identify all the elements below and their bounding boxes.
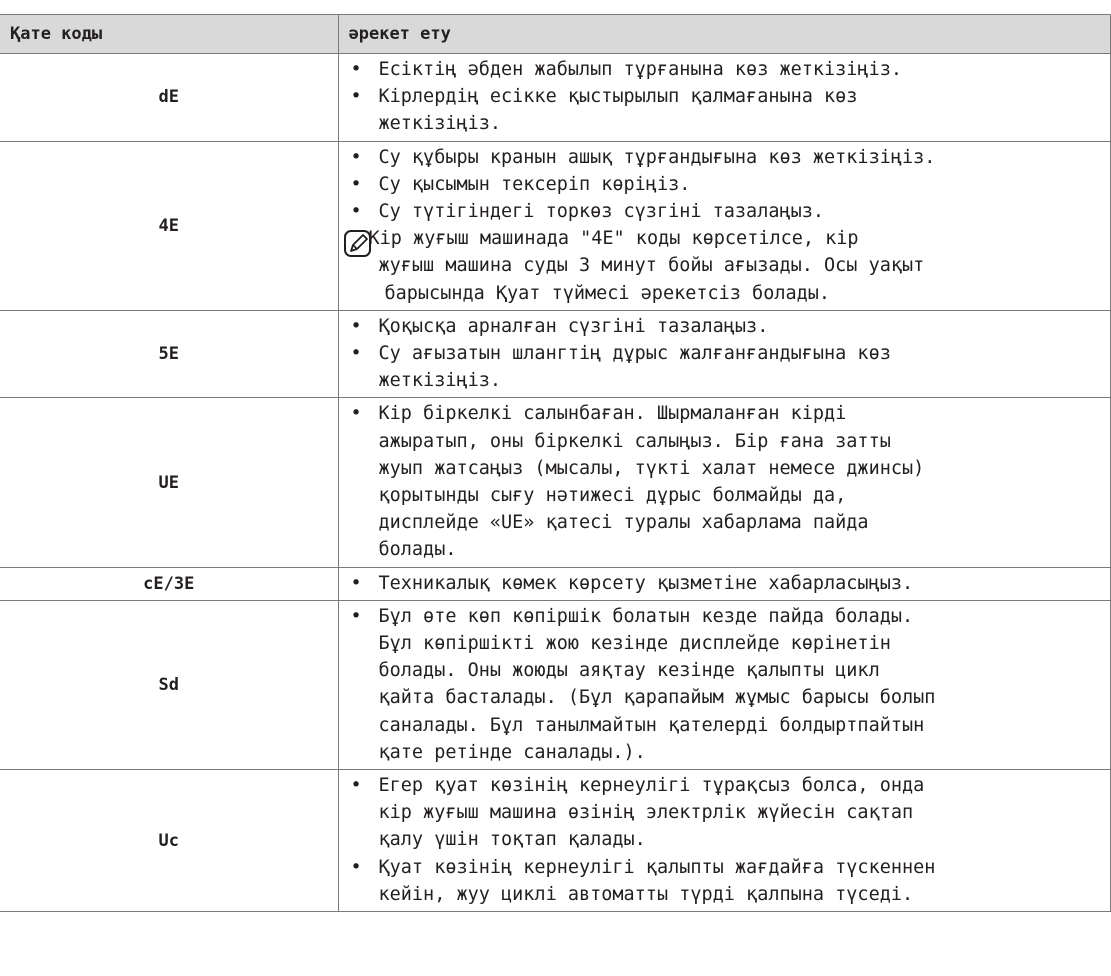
error-code-cell: dE bbox=[0, 53, 339, 142]
action-list: • Есіктің әбден жабылып тұрғанына көз жет… bbox=[345, 56, 1104, 138]
bullet-icon: • bbox=[350, 775, 362, 797]
note-pencil-icon bbox=[343, 229, 373, 259]
action-list: • Су құбыры кранын ашық тұрғандығына көз … bbox=[345, 144, 1104, 226]
action-item: • Су құбыры кранын ашық тұрғандығына көз … bbox=[345, 144, 1104, 171]
bullet-icon: • bbox=[350, 605, 362, 627]
bullet-icon: • bbox=[350, 86, 362, 108]
action-text-line: ажыратып, оны біркелкі салыңыз. Бір ғана… bbox=[378, 430, 891, 452]
note-text-line: барысында Қуат түймесі әрекетсіз болады. bbox=[384, 282, 831, 304]
action-cell: • Есіктің әбден жабылып тұрғанына көз жет… bbox=[337, 53, 1111, 142]
bullet-icon: • bbox=[350, 146, 362, 168]
action-text-line: кір жуғыш машина өзінің электрлік жүйесі… bbox=[378, 802, 914, 824]
action-list: • Техникалық көмек көрсету қызметіне хаба… bbox=[345, 570, 1104, 597]
action-list: • Егер қуат көзінің кернеулігі тұрақсыз б… bbox=[345, 772, 1104, 908]
error-code-cell: cE/3E bbox=[0, 566, 339, 601]
action-item: • Есіктің әбден жабылып тұрғанына көз жет… bbox=[345, 56, 1104, 83]
action-text-line: қалу үшін тоқтап қалады. bbox=[378, 829, 646, 851]
action-text-line: қорытынды сығу нәтижесі дұрыс болмайды д… bbox=[378, 485, 847, 507]
action-cell: • Қоқысқа арналған сүзгіні тазалаңыз. • Су … bbox=[337, 309, 1111, 399]
error-code-cell: Sd bbox=[0, 599, 339, 771]
action-text-line: Бұл өте көп көпіршік болатын кезде пайда… bbox=[378, 605, 914, 627]
action-item: • Бұл өте көп көпіршік болатын кезде пайд… bbox=[345, 603, 1104, 766]
note-text-line: Кір жуғыш машинада "4E" коды көрсетілсе,… bbox=[368, 228, 859, 250]
action-cell: • Кір біркелкі салынбаған. Шырмаланған кі… bbox=[337, 397, 1111, 568]
action-item: • Су қысымын тексеріп көріңіз. bbox=[345, 171, 1104, 198]
action-item: • Кірлердің есікке қыстырылып қалмағанына… bbox=[345, 83, 1104, 137]
error-code-cell: UE bbox=[0, 397, 339, 568]
action-text-line: жуып жатсаңыз (мысалы, түкті халат немес… bbox=[378, 457, 925, 479]
bullet-icon: • bbox=[350, 572, 362, 594]
action-cell: • Су құбыры кранын ашық тұрғандығына көз … bbox=[337, 140, 1111, 311]
action-text-line: болады. bbox=[378, 539, 457, 561]
action-text-line: Кірлердің есікке қыстырылып қалмағанына … bbox=[378, 86, 858, 108]
bullet-icon: • bbox=[350, 856, 362, 878]
bullet-icon: • bbox=[350, 343, 362, 365]
action-item: • Қоқысқа арналған сүзгіні тазалаңыз. bbox=[345, 313, 1104, 340]
table-header-row: Қате коды әрекет ету bbox=[0, 14, 1111, 54]
action-text-line: болады. Оны жоюды аяқтау кезінде қалыпты… bbox=[378, 660, 880, 682]
table-row: dE • Есіктің әбден жабылып тұрғанына көз ж… bbox=[0, 53, 1111, 142]
action-text-line: жеткізіңіз. bbox=[378, 370, 502, 392]
action-cell: • Егер қуат көзінің кернеулігі тұрақсыз б… bbox=[337, 769, 1111, 913]
column-header-error-code: Қате коды bbox=[0, 14, 339, 54]
action-text-line: жеткізіңіз. bbox=[378, 113, 502, 135]
action-item: • Қуат көзінің кернеулігі қалыпты жағдайғ… bbox=[345, 854, 1104, 908]
note: Кір жуғыш машинада "4E" коды көрсетілсе,… bbox=[343, 225, 1104, 307]
action-item: • Кір біркелкі салынбаған. Шырмаланған кі… bbox=[345, 400, 1104, 563]
column-header-action: әрекет ету bbox=[337, 14, 1111, 54]
bullet-icon: • bbox=[350, 59, 362, 80]
error-code-table: Қате коды әрекет ету dE • Есіктің әбден жа… bbox=[0, 14, 1111, 913]
note-text-line: жуғыш машина суды 3 минут бойы ағызады. … bbox=[378, 255, 925, 277]
action-text-line: Су түтігіндегі торкөз сүзгіні тазалаңыз. bbox=[378, 201, 825, 223]
table-row: Uc • Егер қуат көзінің кернеулігі тұрақсыз… bbox=[0, 769, 1111, 913]
action-text-line: Егер қуат көзінің кернеулігі тұрақсыз бо… bbox=[378, 775, 925, 797]
bullet-icon: • bbox=[350, 173, 362, 195]
bullet-icon: • bbox=[350, 403, 362, 425]
error-code-cell: 5E bbox=[0, 309, 339, 399]
error-code-cell: Uc bbox=[0, 769, 339, 913]
table-row: 5E • Қоқысқа арналған сүзгіні тазалаңыз. • С… bbox=[0, 309, 1111, 399]
action-item: • Егер қуат көзінің кернеулігі тұрақсыз б… bbox=[345, 772, 1104, 854]
table-row: UE • Кір біркелкі салынбаған. Шырмаланған … bbox=[0, 397, 1111, 568]
table-row: cE/3E • Техникалық көмек көрсету қызметіне… bbox=[0, 566, 1111, 601]
action-text-line: қате ретінде саналады.). bbox=[378, 741, 646, 763]
cut-off-previous-text bbox=[0, 0, 1111, 14]
action-text-line: қайта басталады. (Бұл қарапайым жұмыс ба… bbox=[378, 687, 936, 709]
action-cell: • Бұл өте көп көпіршік болатын кезде пайд… bbox=[337, 599, 1111, 771]
action-list: • Кір біркелкі салынбаған. Шырмаланған кі… bbox=[345, 400, 1104, 563]
action-item: • Техникалық көмек көрсету қызметіне хаба… bbox=[345, 570, 1104, 597]
error-code-cell: 4E bbox=[0, 140, 339, 311]
action-text-line: Су құбыры кранын ашық тұрғандығына көз ж… bbox=[378, 146, 936, 168]
action-item: • Су түтігіндегі торкөз сүзгіні тазалаңыз… bbox=[345, 198, 1104, 225]
action-text-line: Қуат көзінің кернеулігі қалыпты жағдайға… bbox=[378, 856, 936, 878]
action-text-line: Су қысымын тексеріп көріңіз. bbox=[378, 173, 691, 195]
action-text-line: саналады. Бұл танылмайтын қателерді болд… bbox=[378, 714, 925, 736]
action-text-line: Техникалық көмек көрсету қызметіне хабар… bbox=[378, 572, 914, 594]
bullet-icon: • bbox=[350, 315, 362, 337]
action-text-line: кейін, жуу циклі автоматты түрді қалпына… bbox=[378, 883, 914, 905]
action-text-line: дисплейде «UE» қатесі туралы хабарлама п… bbox=[378, 512, 869, 534]
table-row: Sd • Бұл өте көп көпіршік болатын кезде па… bbox=[0, 599, 1111, 771]
action-list: • Бұл өте көп көпіршік болатын кезде пайд… bbox=[345, 603, 1104, 766]
action-text-line: Есіктің әбден жабылып тұрғанына көз жетк… bbox=[378, 59, 902, 80]
action-text-line: Қоқысқа арналған сүзгіні тазалаңыз. bbox=[378, 315, 769, 337]
action-text-line: Бұл көпіршікті жою кезінде дисплейде көр… bbox=[378, 633, 891, 655]
action-list: • Қоқысқа арналған сүзгіні тазалаңыз. • Су … bbox=[345, 313, 1104, 395]
action-text-line: Су ағызатын шлангтің дұрыс жалғанғандығы… bbox=[378, 343, 891, 365]
table-row: 4E • Су құбыры кранын ашық тұрғандығына кө… bbox=[0, 140, 1111, 311]
action-item: • Су ағызатын шлангтің дұрыс жалғанғандығ… bbox=[345, 340, 1104, 394]
action-cell: • Техникалық көмек көрсету қызметіне хаба… bbox=[337, 566, 1111, 601]
action-text-line: Кір біркелкі салынбаған. Шырмаланған кір… bbox=[378, 403, 847, 425]
bullet-icon: • bbox=[350, 201, 362, 223]
